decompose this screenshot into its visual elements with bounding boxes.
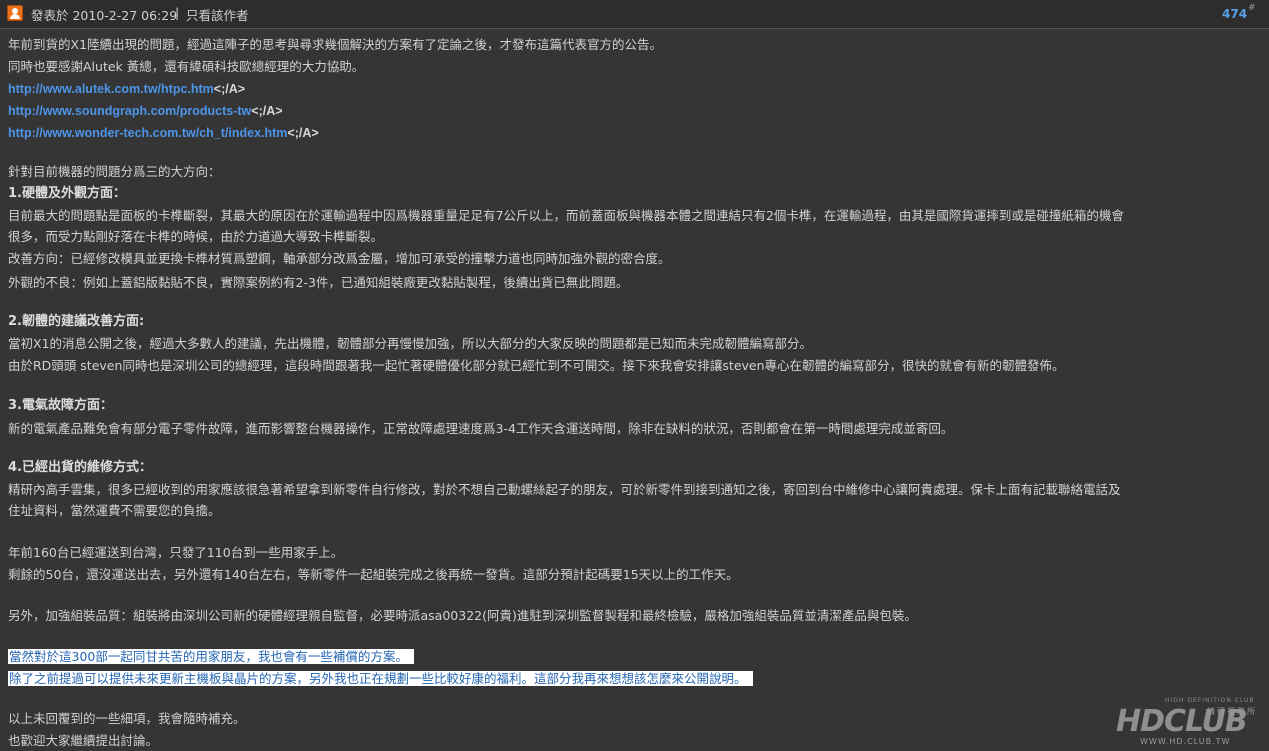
quality-text: 另外，加強組裝品質：組裝將由深圳公司新的硬體經理親自監督，必要時派asa0032… [8,608,917,623]
post-thanks: 同時也要感謝Alutek 黃總，還有緯碩科技歐總經理的大力協助。 [8,59,365,74]
closing-line: 也歡迎大家繼續提出討論。 [8,733,159,748]
soundgraph-link[interactable]: http://www.soundgraph.com/products-tw [8,104,251,118]
section-2-line: 由於RD頭頭 steven同時也是深圳公司的總經理，這段時間跟著我一起忙著硬體優… [8,358,1065,373]
link-line-2: http://www.soundgraph.com/products-tw<;/… [8,102,283,120]
watermark-tagline: HIGH DEFINITION CLUB [1165,697,1255,704]
link-line-1: http://www.alutek.com.tw/htpc.htm<;/A> [8,80,245,98]
section-2-title: 2.韌體的建議改善方面: [8,314,145,329]
post-header: 發表於 2010-2-27 06:29 | 只看該作者 474 # [0,0,1269,29]
watermark-url: WWW.HD.CLUB.TW [1140,737,1231,746]
shipping-line: 年前160台已經運送到台灣，只發了110台到一些用家手上。 [8,545,344,560]
section-1-line: 改善方向：已經修改模具並更換卡榫材質爲塑鋼，軸承部分改爲金屬，增加可承受的撞擊力… [8,251,671,266]
benefit-text: 除了之前提過可以提供未來更新主機板與晶片的方案，另外我也正在規劃一些比較好康的福… [8,671,753,686]
post-time: 發表於 2010-2-27 06:29 [31,8,178,23]
directions-text: 針對目前機器的問題分爲三的大方向： [8,164,221,179]
section-3-line: 新的電氣產品難免會有部分電子零件故障，進而影響整台機器操作，正常故障處理速度爲3… [8,421,954,436]
link-line-3: http://www.wonder-tech.com.tw/ch_t/index… [8,124,319,142]
section-1-line: 外觀的不良：例如上蓋鋁版黏貼不良，實際案例約有2-3件，已通知組裝廠更改黏貼製程… [8,275,629,290]
post-intro: 年前到貨的X1陸續出現的問題，經過這陣子的思考與尋求幾個解決的方案有了定論之後，… [8,37,663,52]
compensation-text: 當然對於這300部一起同甘共苦的用家朋友，我也會有一些補償的方案。 [8,649,414,664]
floor-mark: # [1248,3,1256,13]
wondertech-link[interactable]: http://www.wonder-tech.com.tw/ch_t/index… [8,126,287,140]
highlighted-line: 除了之前提過可以提供未來更新主機板與晶片的方案，另外我也正在規劃一些比較好康的福… [8,670,753,688]
floor-number-link[interactable]: 474 [1222,7,1247,21]
section-4-title: 4.已經出貨的維修方式： [8,460,152,475]
section-1-line: 很多，而受力點剛好落在卡榫的時候，由於力道過大導致卡榫斷裂。 [8,229,384,244]
link-tag: <;/A> [251,104,283,118]
section-3-title: 3.電氣故障方面： [8,398,113,413]
section-1-line: 目前最大的問題點是面板的卡榫斷裂，其最大的原因在於運輸過程中因爲機器重量足足有7… [8,208,1124,223]
highlighted-line: 當然對於這300部一起同甘共苦的用家朋友，我也會有一些補償的方案。 [8,648,414,666]
section-2-line: 當初X1的消息公開之後，經過大多數人的建議，先出機體，韌體部分再慢慢加強，所以大… [8,336,813,351]
section-1-title: 1.硬體及外觀方面： [8,186,126,201]
link-tag: <;/A> [287,126,319,140]
section-4-line: 精研內高手雲集，很多已經收到的用家應該很急著希望拿到新零件自行修改，對於不想自己… [8,482,1121,497]
view-author-only-link[interactable]: 只看該作者 [186,5,249,24]
shipping-line: 剩餘的50台，還沒運送出去，另外還有140台左右，等新零件一起組裝完成之後再統一… [8,567,739,582]
section-4-line: 住址資料，當然運費不需要您的負擔。 [8,503,221,518]
watermark-sub: 精研視務所 [1207,707,1257,716]
user-avatar-icon[interactable] [7,5,23,21]
alutek-link[interactable]: http://www.alutek.com.tw/htpc.htm [8,82,214,96]
link-tag: <;/A> [213,82,246,96]
header-separator: | [175,5,180,20]
closing-line: 以上未回覆到的一些細項，我會隨時補充。 [8,711,246,726]
